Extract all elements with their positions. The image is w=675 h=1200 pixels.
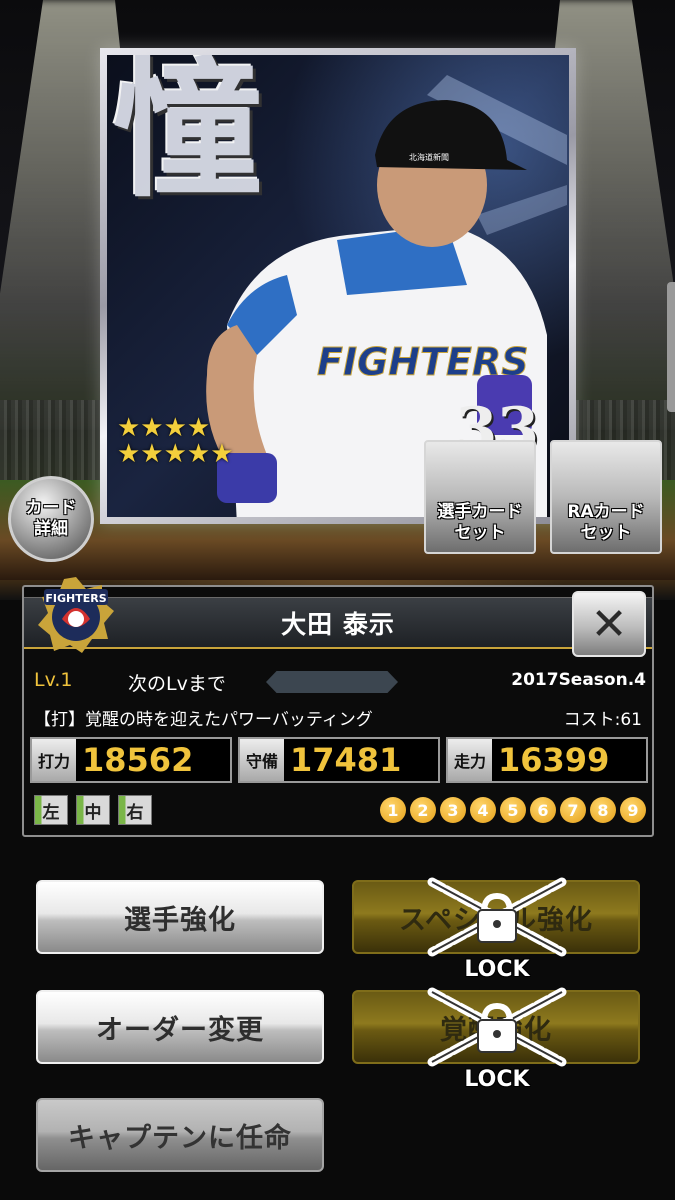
appoint-captain-button[interactable]: キャプテンに任命 <box>36 1098 324 1172</box>
lock-icon: LOCK <box>422 872 572 982</box>
order-change-button[interactable]: オーダー変更 <box>36 990 324 1064</box>
lock-label: LOCK <box>464 1067 530 1092</box>
next-level-label: 次のLvまで <box>128 673 226 695</box>
batting-order-5: 5 <box>500 797 526 823</box>
batting-order-4: 4 <box>470 797 496 823</box>
season-label: 2017Season.4 <box>511 670 646 690</box>
position-badge-right: 右 <box>118 795 152 825</box>
svg-text:北海道新聞: 北海道新聞 <box>409 152 449 162</box>
batting-order-6: 6 <box>530 797 556 823</box>
skill-row: 【打】覚醒の時を迎えたパワーバッティング コスト:61 <box>34 705 646 733</box>
level-label: Lv.1 <box>34 669 73 691</box>
position-badge-center: 中 <box>76 795 110 825</box>
close-icon: ✕ <box>590 598 628 650</box>
close-button[interactable]: ✕ <box>572 591 646 657</box>
stats-row: 打力 18562 守備 17481 走力 16399 <box>30 737 650 785</box>
stat-value: 16399 <box>498 741 610 779</box>
level-row: Lv.1 次のLvまで 2017Season.4 <box>34 669 646 699</box>
player-card-set-label: 選手カード セット <box>437 502 523 543</box>
stat-label: 打力 <box>32 739 76 781</box>
stat-speed: 走力 16399 <box>446 737 648 783</box>
player-info-panel: 大田 泰示 FIGHTERS ✕ Lv.1 次のLvまで 2017Season.… <box>22 577 654 837</box>
player-name: 大田 泰示 <box>281 610 395 639</box>
player-enhance-button[interactable]: 選手強化 <box>36 880 324 954</box>
card-detail-button[interactable]: カード 詳細 <box>8 476 94 562</box>
cost-text: コスト:61 <box>563 710 642 730</box>
card-detail-label: カード 詳細 <box>25 498 77 539</box>
batting-order-2: 2 <box>410 797 436 823</box>
player-card-set-button[interactable]: 選手カード セット <box>424 440 536 554</box>
ra-card-set-label: RAカード セット <box>567 502 645 543</box>
skill-text: 【打】覚醒の時を迎えたパワーバッティング <box>34 710 373 730</box>
stat-defense: 守備 17481 <box>238 737 440 783</box>
stat-label: 走力 <box>448 739 492 781</box>
stat-label: 守備 <box>240 739 284 781</box>
batting-order-8: 8 <box>590 797 616 823</box>
name-bar: 大田 泰示 <box>24 597 652 649</box>
scroll-handle[interactable] <box>667 282 675 412</box>
stat-batting: 打力 18562 <box>30 737 232 783</box>
position-badge-left: 左 <box>34 795 68 825</box>
team-logo-icon: FIGHTERS <box>38 577 114 653</box>
lock-label: LOCK <box>464 957 530 982</box>
batting-order-3: 3 <box>440 797 466 823</box>
batting-order-9: 9 <box>620 797 646 823</box>
batting-order-7: 7 <box>560 797 586 823</box>
stat-value: 17481 <box>290 741 402 779</box>
stat-value: 18562 <box>82 741 194 779</box>
rarity-stars: ★★★★ ★★★★★ <box>117 413 234 469</box>
ra-card-set-button[interactable]: RAカード セット <box>550 440 662 554</box>
batting-order-list: 1 2 3 4 5 6 7 8 9 <box>380 797 646 823</box>
team-logo-text: FIGHTERS <box>45 592 106 605</box>
position-row: 左 中 右 1 2 3 4 5 6 7 8 9 <box>34 795 646 825</box>
lock-icon: LOCK <box>422 982 572 1092</box>
batting-order-1: 1 <box>380 797 406 823</box>
exp-bar <box>266 671 398 693</box>
